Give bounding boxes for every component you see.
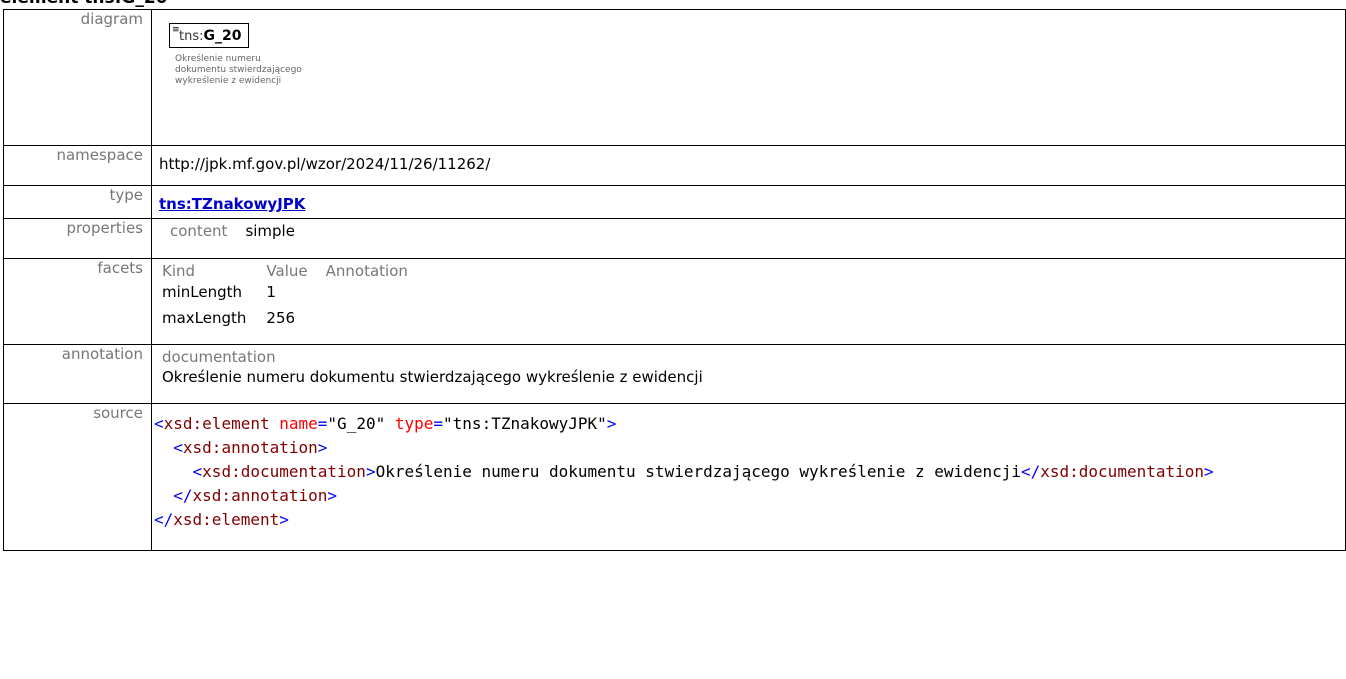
element-doc-table: diagram ≡ tns:G_20 Określenie numeru dok… [3,9,1346,551]
diagram-cell: ≡ tns:G_20 Określenie numeru dokumentu s… [151,9,1346,146]
facets-header-annotation: Annotation [325,262,408,280]
diagram-prefix: tns: [179,29,204,44]
facet-kind: maxLength [162,309,247,327]
section-heading-text: element tns:G_20 [0,0,168,8]
diagram-element-name: G_20 [203,28,242,44]
facets-cell: Kind Value Annotation minLength 1 maxLen… [151,258,1346,345]
row-facets: facets Kind Value Annotation minLength 1… [3,258,1346,345]
facets-header-kind: Kind [162,262,196,280]
label-annotation: annotation [3,344,152,404]
property-value: simple [245,222,295,240]
properties-cell: content simple [151,218,1346,259]
namespace-value: http://jpk.mf.gov.pl/wzor/2024/11/26/112… [151,145,1346,186]
facets-header-value: Value [266,262,308,280]
annotation-cell: documentation Określenie numeru dokument… [151,344,1346,404]
label-source: source [3,403,152,551]
label-namespace: namespace [3,145,152,186]
source-cell: <xsd:element name="G_20" type="tns:TZnak… [151,403,1346,551]
facet-row: minLength 1 [162,283,426,309]
label-type: type [3,185,152,219]
label-diagram: diagram [3,9,152,146]
diagram-doc-text: Określenie numeru dokumentu stwierdzając… [175,54,302,86]
element-lines-icon: ≡ [172,25,180,35]
section-heading-clipped: element tns:G_20 [0,0,1346,9]
facets-table: Kind Value Annotation minLength 1 maxLen… [162,262,426,335]
row-annotation: annotation documentation Określenie nume… [3,344,1346,404]
annotation-heading: documentation [162,348,276,366]
facet-kind: minLength [162,283,243,301]
type-link[interactable]: tns:TZnakowyJPK [159,195,305,213]
label-properties: properties [3,218,152,259]
type-cell: tns:TZnakowyJPK [151,185,1346,219]
properties-list: content simple [170,222,1345,240]
row-source: source <xsd:element name="G_20" type="tn… [3,403,1346,551]
facet-annotation [326,283,426,309]
label-facets: facets [3,258,152,345]
facet-annotation [326,309,426,335]
row-type: type tns:TZnakowyJPK [3,185,1346,219]
source-code: <xsd:element name="G_20" type="tns:TZnak… [154,414,1214,529]
row-namespace: namespace http://jpk.mf.gov.pl/wzor/2024… [3,145,1346,186]
annotation-text: Określenie numeru dokumentu stwierdzając… [162,368,703,386]
row-properties: properties content simple [3,218,1346,259]
element-diagram-box[interactable]: ≡ tns:G_20 [169,23,250,48]
facet-value: 256 [266,309,296,327]
property-key: content [170,222,228,240]
row-diagram: diagram ≡ tns:G_20 Określenie numeru dok… [3,9,1346,146]
facet-row: maxLength 256 [162,309,426,335]
facet-value: 1 [266,283,276,301]
facets-header-row: Kind Value Annotation [162,262,426,283]
